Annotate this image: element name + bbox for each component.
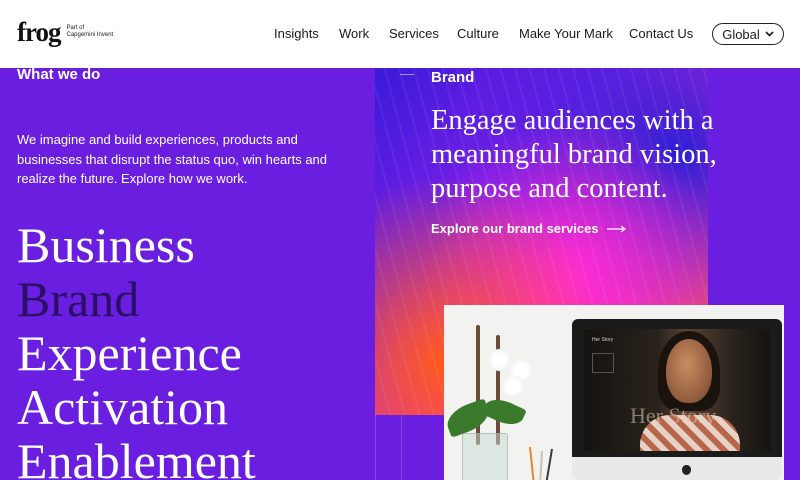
nav-culture[interactable]: Culture [457,26,499,41]
apple-logo-icon [682,465,691,475]
section-heading: What we do [17,66,101,83]
nav-services[interactable]: Services [389,26,439,41]
screen-overlay-text: Her Story [630,403,717,428]
logo-wordmark: frog [17,17,61,47]
logo-subtitle: Part of Capgemini Invent [67,25,114,39]
logo-sub-line2: Capgemini Invent [66,32,114,38]
nav-work[interactable]: Work [339,26,369,41]
glass-vase [462,433,508,480]
service-business[interactable]: Business [17,218,195,272]
orchid-leaf [481,393,527,431]
monitor-chin [572,457,782,480]
card-headline: Engage audiences with a meaningful brand… [431,105,717,204]
region-selector-button[interactable]: Global [712,23,784,45]
intro-text: We imagine and build experiences, produc… [17,132,328,186]
orchid-flower [488,349,510,371]
frog-logo[interactable]: frog Part of Capgemini Invent [17,17,114,47]
screen-title: Her Story [592,337,614,343]
service-experience[interactable]: Experience [17,326,242,380]
workspace-photo: Her Story Her Story [444,305,784,480]
monitor-screen: Her Story Her Story [584,329,770,451]
service-activation[interactable]: Activation [17,380,228,434]
explore-link-label: Explore our brand services [431,221,599,236]
region-selector-label: Global [722,26,760,42]
service-brand[interactable]: Brand [17,272,139,326]
logo-sub-line1: Part of [66,25,85,31]
nav-contact-us[interactable]: Contact Us [629,26,693,41]
portrait-face [666,339,712,403]
orchid-flower [502,375,524,397]
explore-brand-services-link[interactable]: Explore our brand services [431,221,627,236]
service-enablement[interactable]: Enablement [17,434,256,480]
site-header: frog Part of Capgemini Invent Insights W… [0,0,800,68]
decorative-tick [400,74,414,75]
screen-menu-box [592,353,614,373]
card-label: Brand [431,69,475,86]
chevron-down-icon [765,31,774,37]
nav-make-your-mark[interactable]: Make Your Mark [519,26,613,41]
pencil-cup [529,446,553,480]
nav-insights[interactable]: Insights [274,26,319,41]
arrow-right-icon [606,224,626,233]
